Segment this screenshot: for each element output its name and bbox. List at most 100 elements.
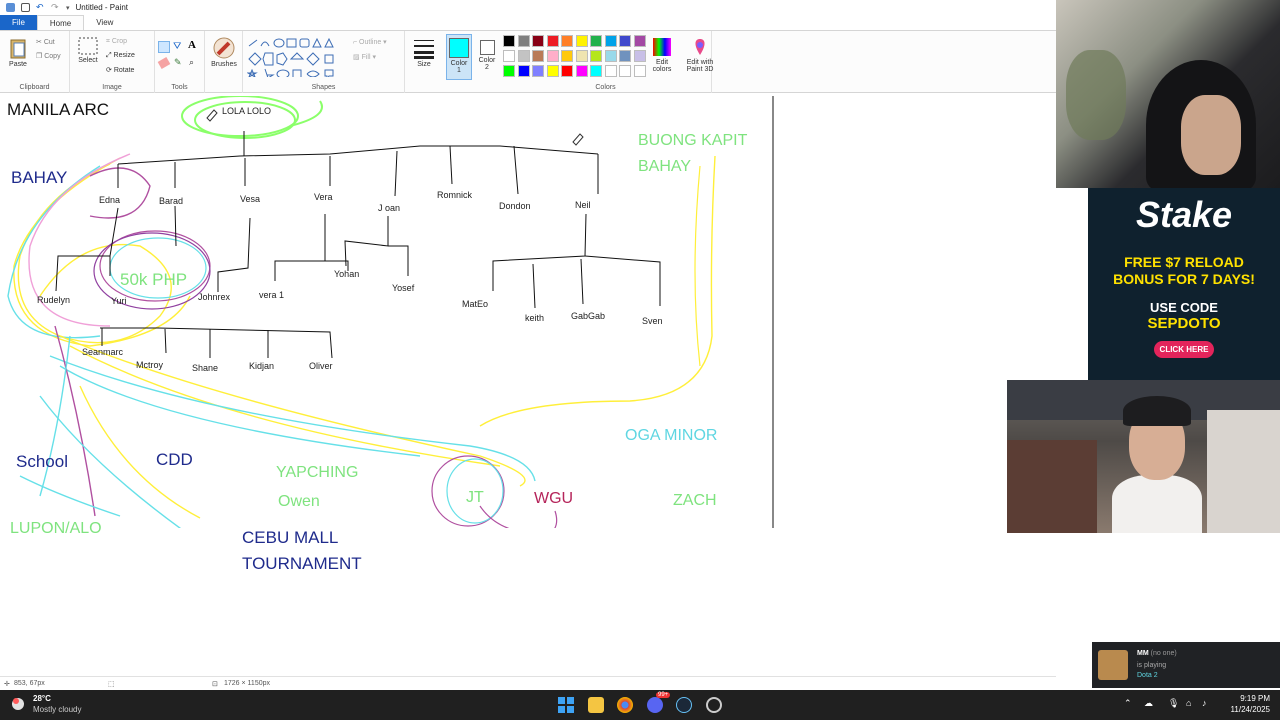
start-icon[interactable] [558, 697, 574, 713]
tools-group: ⛛ A ✎ ⌕ Tools [155, 31, 205, 93]
name-neil: Neil [575, 200, 591, 210]
name-barad: Barad [159, 196, 184, 206]
stake-line-2: BONUS FOR 7 DAYS! [1113, 271, 1255, 287]
color1-button[interactable]: Color 1 [446, 34, 472, 80]
oga-minor-label: OGA MINOR [625, 427, 718, 444]
paste-button[interactable]: Paste [6, 37, 30, 68]
edit-colors-icon [653, 38, 671, 56]
buong-kapit-label: BUONG KAPIT [638, 132, 748, 149]
cut-button[interactable]: ✂ Cut [36, 38, 55, 46]
rotate-button[interactable]: ⟳ Rotate [106, 66, 134, 74]
select-button[interactable]: Select [76, 37, 100, 64]
tab-file[interactable]: File [0, 15, 37, 30]
tournament-label: TOURNAMENT [242, 554, 362, 573]
cursor-position-icon: ✛ [4, 681, 10, 688]
webcam-top-overlay [1056, 0, 1280, 188]
edit-colors-button[interactable]: Edit colors [648, 37, 676, 73]
fill-dropdown[interactable]: ▨ Fill ▾ [353, 53, 376, 61]
color1-label: Color [450, 60, 468, 67]
fill-tool-icon[interactable]: ⛛ [173, 41, 181, 52]
network-icon[interactable]: ⌂ [1186, 698, 1191, 708]
paint-window: ↶ ↷ ▾ Untitled - Paint File Home View Pa… [0, 0, 1056, 690]
name-seanmarc: Seanmarc [82, 347, 124, 357]
pencil-tool-icon[interactable] [158, 41, 170, 53]
brushes-button[interactable]: Brushes [209, 37, 239, 68]
undo-icon[interactable]: ↶ [36, 3, 45, 12]
chrome-icon[interactable] [617, 697, 633, 713]
redo-icon[interactable]: ↷ [51, 3, 60, 12]
plant-shape [1066, 50, 1126, 140]
name-mateo: MatEo [462, 299, 489, 309]
name-romnick: Romnick [437, 190, 473, 200]
tab-view[interactable]: View [84, 15, 125, 30]
eraser-tool-icon[interactable] [157, 57, 171, 69]
color2-button[interactable]: Color 2 [475, 34, 499, 71]
quick-access-dropdown-icon[interactable]: ▾ [66, 4, 70, 12]
file-explorer-icon[interactable] [588, 697, 604, 713]
canvas-area: MANILA ARC LOLA LOLO BAHAY BUONG KAPIT B… [0, 94, 1056, 676]
select-label: Select [78, 57, 98, 64]
volume-icon[interactable]: ♪ [1202, 698, 1207, 708]
resize-button[interactable]: ⤢ Resize [106, 52, 135, 60]
color2-label: Color [478, 57, 496, 64]
clock-date[interactable]: 11/24/2025 [1222, 705, 1270, 714]
size-label: Size [417, 61, 431, 68]
rotate-label: Rotate [113, 67, 135, 74]
edit-with-paint3d-button[interactable]: Edit with Paint 3D [682, 37, 718, 73]
weather-desc: Mostly cloudy [33, 705, 82, 714]
copy-button[interactable]: ❐ Copy [36, 52, 61, 60]
tray-chevron-icon[interactable]: ⌃ [1124, 698, 1132, 709]
stake-logo: Stake [1135, 194, 1233, 235]
save-icon[interactable] [21, 3, 30, 12]
outline-dropdown[interactable]: ⌐ Outline ▾ [353, 38, 387, 46]
brushes-label: Brushes [211, 61, 237, 68]
shapes-gallery[interactable] [247, 37, 347, 77]
discord-activity-overlay: MM (no one) is playing Dota 2 [1092, 642, 1280, 688]
color2-number: 2 [485, 64, 489, 71]
crop-label: Crop [111, 38, 128, 45]
colors-group-label: Colors [595, 84, 616, 91]
name-mctroy: Mctroy [136, 360, 163, 370]
crop-button[interactable]: ⌗ Crop [106, 38, 127, 46]
weather-icon[interactable] [10, 695, 28, 713]
resize-label: Resize [113, 52, 135, 59]
name-johnrex: Johnrex [198, 292, 231, 302]
tab-home[interactable]: Home [36, 15, 85, 30]
settings-icon[interactable] [706, 697, 722, 713]
person-hair [1123, 396, 1191, 426]
name-vesa: Vesa [240, 194, 261, 204]
discord-icon[interactable]: 99+ [647, 692, 671, 713]
color-picker-icon[interactable]: ✎ [174, 57, 182, 68]
discord-badge: 99+ [656, 692, 671, 698]
paste-icon [10, 39, 26, 59]
drawing-canvas[interactable]: MANILA ARC LOLA LOLO BAHAY BUONG KAPIT B… [0, 96, 774, 537]
steam-icon[interactable] [676, 697, 692, 713]
microphone-icon[interactable]: 🎙 [1168, 698, 1179, 709]
line-size-icon [414, 40, 434, 59]
name-edna: Edna [99, 195, 121, 205]
select-icon [78, 37, 98, 55]
size-group: Size [405, 31, 442, 93]
stake-line-3: USE CODE [1150, 300, 1218, 315]
weather-temp: 28°C [33, 694, 51, 703]
stake-ad[interactable]: Stake FREE $7 RELOAD BONUS FOR 7 DAYS! U… [1088, 188, 1280, 380]
text-tool-icon[interactable]: A [188, 39, 196, 51]
cdd-label: CDD [156, 450, 193, 469]
size-button[interactable]: Size [411, 37, 437, 68]
name-gabgab: GabGab [571, 311, 606, 321]
lola-lolo-label: LOLA LOLO [222, 106, 272, 116]
shapes-group-label: Shapes [311, 84, 336, 91]
right-yellow-scribble-2 [694, 165, 701, 367]
buong-kapit-bahay-label: BAHAY [638, 158, 692, 175]
lola-circle-scribble [181, 96, 323, 139]
window-title: Untitled - Paint [75, 3, 128, 12]
cebu-mall-label: CEBU MALL [242, 528, 339, 547]
clock-time[interactable]: 9:19 PM [1222, 694, 1270, 703]
paint3d-icon [695, 39, 705, 55]
taskbar: 28°C Mostly cloudy 99+ ⌃ ☁ 🎙 ⌂ ♪ 9:19 PM… [0, 690, 1280, 720]
magnifier-icon[interactable]: ⌕ [189, 57, 194, 68]
name-kidjan: Kidjan [249, 361, 275, 371]
stake-click-here-button[interactable]: CLICK HERE [1154, 341, 1214, 358]
cloud-icon[interactable]: ☁ [1144, 698, 1153, 709]
name-vera1: vera 1 [259, 290, 285, 300]
